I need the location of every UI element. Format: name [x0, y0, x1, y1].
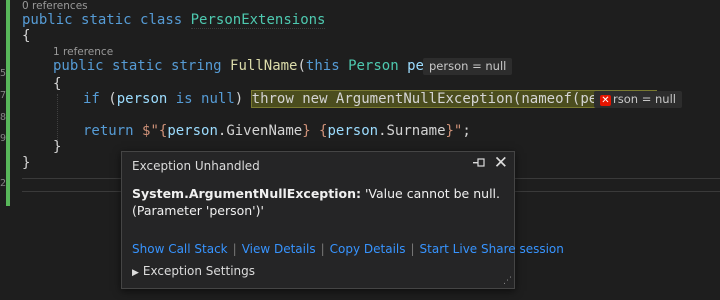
line-number: 2	[0, 178, 7, 189]
exception-type: System.ArgumentNullException:	[132, 186, 361, 201]
keyword: if	[83, 91, 100, 107]
keyword: public	[53, 58, 104, 74]
string-literal: }"	[445, 123, 463, 139]
change-indicator-bar	[6, 0, 10, 206]
close-icon[interactable]: ✕	[494, 153, 508, 173]
parameter-name: person	[167, 123, 218, 139]
brace: }	[53, 139, 62, 155]
line-number: 7	[0, 90, 7, 101]
parameter-name: person	[116, 91, 168, 107]
line-number: 5	[0, 68, 7, 79]
separator: |	[410, 242, 415, 256]
class-name: PersonExtensions	[190, 12, 326, 29]
line-number: 9	[0, 133, 7, 144]
type-name: Person	[348, 58, 399, 74]
popup-actions: Show Call Stack | View Details | Copy Detail…	[132, 242, 564, 256]
semicolon: ;	[462, 123, 471, 139]
string-literal: $"{	[142, 123, 168, 139]
code-line-open-brace[interactable]: {	[22, 25, 30, 47]
pin-icon[interactable]	[472, 157, 486, 172]
keyword: class	[140, 12, 183, 28]
code-line-class-declaration[interactable]: public static class PersonExtensions	[22, 9, 326, 31]
separator: |	[232, 242, 237, 256]
keyword: static	[112, 58, 163, 74]
parameter-name: person	[327, 123, 379, 139]
expand-triangle-icon: ▶	[132, 268, 139, 278]
code-line-open-brace[interactable]: {	[53, 73, 61, 95]
code-line-if-statement[interactable]: if (person is null) throw new ArgumentNu…	[83, 88, 658, 110]
code-line-close-brace[interactable]: }	[22, 152, 30, 174]
hint-text: rson = null	[613, 92, 676, 106]
error-icon: ✕	[600, 95, 611, 106]
code-line-close-brace[interactable]: }	[53, 136, 61, 158]
paren: )	[234, 91, 244, 107]
member-access: .Surname	[378, 123, 446, 139]
brace: {	[22, 28, 31, 44]
keyword: this	[305, 58, 340, 74]
keyword: static	[81, 12, 132, 28]
live-share-link[interactable]: Start Live Share session	[420, 242, 564, 256]
copy-details-link[interactable]: Copy Details	[330, 242, 406, 256]
keyword: string	[171, 58, 222, 74]
paren: (	[108, 91, 117, 107]
separator: |	[320, 242, 325, 256]
inline-value-hint-error[interactable]: ✕ rson = null	[594, 91, 682, 108]
view-details-link[interactable]: View Details	[242, 242, 316, 256]
string-literal: } {	[302, 123, 328, 139]
exception-popup[interactable]: Exception Unhandled ✕ System.ArgumentNul…	[121, 151, 564, 289]
keyword: return	[83, 123, 134, 139]
exception-settings-toggle[interactable]: ▶ Exception Settings	[132, 264, 255, 278]
member-access: .GivenName	[217, 123, 303, 139]
show-call-stack-link[interactable]: Show Call Stack	[132, 242, 228, 256]
inline-value-hint[interactable]: person = null	[423, 58, 513, 75]
method-name: FullName	[230, 58, 298, 74]
popup-title: Exception Unhandled	[132, 159, 260, 173]
line-number: 8	[0, 112, 7, 123]
exception-settings-label: Exception Settings	[142, 264, 256, 278]
keyword: is	[175, 91, 193, 107]
resize-grip-icon[interactable]: ⋰	[503, 276, 512, 286]
brace: {	[53, 76, 62, 92]
exception-message: System.ArgumentNullException: 'Value can…	[132, 185, 502, 219]
brace: }	[22, 155, 31, 171]
paren: (	[297, 58, 306, 74]
code-line-return-statement[interactable]: return $"{person.GivenName} {person.Surn…	[83, 120, 471, 142]
code-line-method-declaration[interactable]: public static string FullName(this Perso…	[53, 55, 466, 77]
keyword: null	[201, 91, 235, 107]
